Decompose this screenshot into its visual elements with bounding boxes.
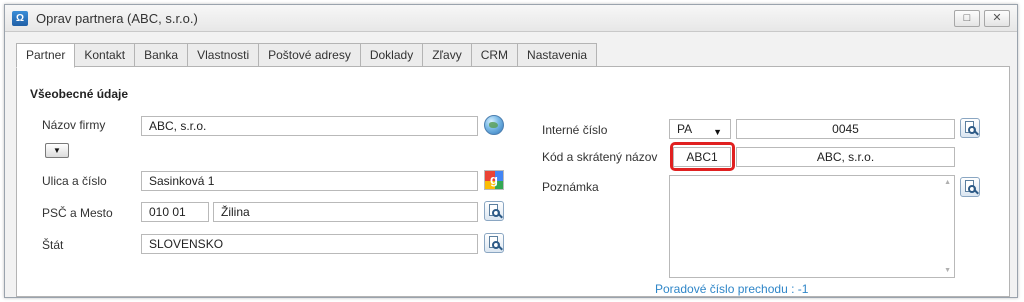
map-button[interactable]: g xyxy=(484,170,504,190)
street-label: Ulica a číslo xyxy=(42,174,107,188)
lookup-icon xyxy=(960,118,980,138)
city-field[interactable]: Žilina xyxy=(213,202,478,222)
country-lookup-button[interactable] xyxy=(484,233,504,253)
scroll-up-icon[interactable]: ▲ xyxy=(944,179,951,186)
street-field[interactable]: Sasinková 1 xyxy=(141,171,478,191)
scroll-down-icon[interactable]: ▼ xyxy=(944,267,951,274)
city-lookup-button[interactable] xyxy=(484,201,504,221)
section-title: Všeobecné údaje xyxy=(30,87,129,101)
close-icon: ✕ xyxy=(992,12,1002,24)
tab-postove-adresy[interactable]: Poštové adresy xyxy=(259,43,361,67)
code-highlight-annotation xyxy=(670,142,735,171)
tab-zlavy[interactable]: Zľavy xyxy=(423,43,472,67)
zip-city-label: PSČ a Mesto xyxy=(42,206,113,220)
chevron-down-icon: ▼ xyxy=(713,127,722,137)
tab-vlastnosti[interactable]: Vlastnosti xyxy=(188,43,260,67)
tab-nastavenia[interactable]: Nastavenia xyxy=(518,43,598,67)
internal-number-field[interactable]: 0045 xyxy=(736,119,955,139)
app-icon: Ω xyxy=(12,11,28,26)
globe-icon xyxy=(484,115,504,135)
expand-button[interactable]: ▼ xyxy=(45,143,69,158)
sequence-number-text: Poradové číslo prechodu : -1 xyxy=(655,282,809,296)
lookup-icon xyxy=(960,177,980,197)
company-name-field[interactable]: ABC, s.r.o. xyxy=(141,116,478,136)
zip-field[interactable]: 010 01 xyxy=(141,202,209,222)
partner-panel: Všeobecné údaje Názov firmy ABC, s.r.o. … xyxy=(16,66,1010,297)
google-maps-icon: g xyxy=(484,170,504,190)
short-name-field[interactable]: ABC, s.r.o. xyxy=(736,147,955,167)
code-label: Kód a skrátený názov xyxy=(542,150,658,164)
note-lookup-button[interactable] xyxy=(960,177,980,197)
note-textarea[interactable]: ▲ ▼ xyxy=(669,175,955,278)
tab-banka[interactable]: Banka xyxy=(135,43,189,67)
restore-icon: □ xyxy=(963,12,971,24)
lookup-icon xyxy=(484,201,504,221)
internal-number-lookup-button[interactable] xyxy=(960,118,980,138)
tab-kontakt[interactable]: Kontakt xyxy=(75,43,136,67)
restore-button[interactable]: □ xyxy=(954,10,980,27)
triangle-down-icon: ▼ xyxy=(53,146,61,155)
tab-partner[interactable]: Partner xyxy=(16,43,76,68)
dialog-window: Ω Oprav partnera (ABC, s.r.o.) □ ✕ Partn… xyxy=(4,4,1018,298)
tab-crm[interactable]: CRM xyxy=(471,43,519,67)
title-bar: Ω Oprav partnera (ABC, s.r.o.) □ ✕ xyxy=(5,5,1017,32)
prefix-select[interactable]: PA ▼ xyxy=(669,119,731,139)
country-field[interactable]: SLOVENSKO xyxy=(141,234,478,254)
company-name-label: Názov firmy xyxy=(42,118,106,132)
tab-bar: Partner Kontakt Banka Vlastnosti Poštové… xyxy=(16,43,598,68)
close-button[interactable]: ✕ xyxy=(984,10,1010,27)
internal-number-label: Interné číslo xyxy=(542,123,608,137)
window-title: Oprav partnera (ABC, s.r.o.) xyxy=(36,11,198,26)
note-label: Poznámka xyxy=(542,180,599,194)
prefix-value: PA xyxy=(677,122,693,136)
lookup-icon xyxy=(484,233,504,253)
web-lookup-button[interactable] xyxy=(484,115,504,135)
tab-doklady[interactable]: Doklady xyxy=(360,43,424,67)
country-label: Štát xyxy=(42,238,64,252)
